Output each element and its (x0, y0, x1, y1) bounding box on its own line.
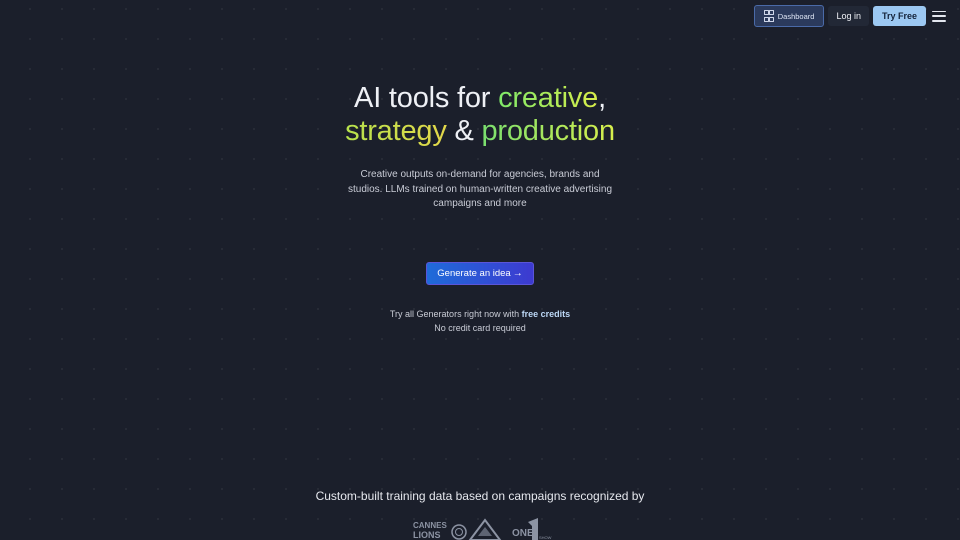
dashboard-button[interactable]: Dashboard (754, 5, 825, 27)
headline-highlight-strategy: strategy (345, 115, 447, 147)
headline-highlight-creative: creative (498, 82, 599, 114)
recognition-heading: Custom-built training data based on camp… (315, 489, 645, 503)
hero-section: AI tools for creative, strategy & produc… (0, 82, 960, 212)
arrow-right-icon: → (512, 267, 523, 279)
hero-headline: AI tools for creative, strategy & produc… (0, 82, 960, 148)
lions-text: LIONS (413, 530, 441, 540)
generate-idea-button[interactable]: Generate an idea → (426, 262, 534, 285)
login-button[interactable]: Log in (828, 6, 869, 26)
hamburger-menu-icon[interactable] (932, 10, 946, 22)
generate-idea-label: Generate an idea (437, 268, 511, 279)
dashboard-label: Dashboard (777, 11, 815, 21)
one-show-logo: ONE SHOW (512, 518, 552, 540)
landing-page: Dashboard Log in Try Free AI tools for c… (0, 0, 960, 540)
no-credit-card-text: No credit card required (434, 322, 526, 333)
headline-highlight-production: production (481, 115, 615, 147)
headline-comma: , (598, 82, 606, 114)
free-credits-emphasis: free credits (521, 309, 571, 319)
cannes-lions-logo: CANNES LIONS (413, 521, 467, 540)
free-credits-note: Try all Generators right now with free c… (0, 308, 960, 335)
mountain-award-logo (468, 518, 502, 540)
one-text: ONE (512, 528, 534, 539)
award-logos: CANNES LIONS ONE SHOW (413, 518, 552, 540)
grid-icon (764, 10, 774, 22)
cannes-text: CANNES (413, 521, 447, 530)
show-text: SHOW (539, 535, 552, 540)
credits-text: Try all Generators right now with (389, 309, 522, 319)
headline-ampersand: & (446, 115, 482, 147)
try-free-button[interactable]: Try Free (872, 6, 926, 26)
top-nav: Dashboard Log in Try Free (754, 5, 946, 27)
hero-subtitle: Creative outputs on-demand for agencies,… (347, 169, 613, 209)
headline-text-1: AI tools for (354, 82, 499, 114)
